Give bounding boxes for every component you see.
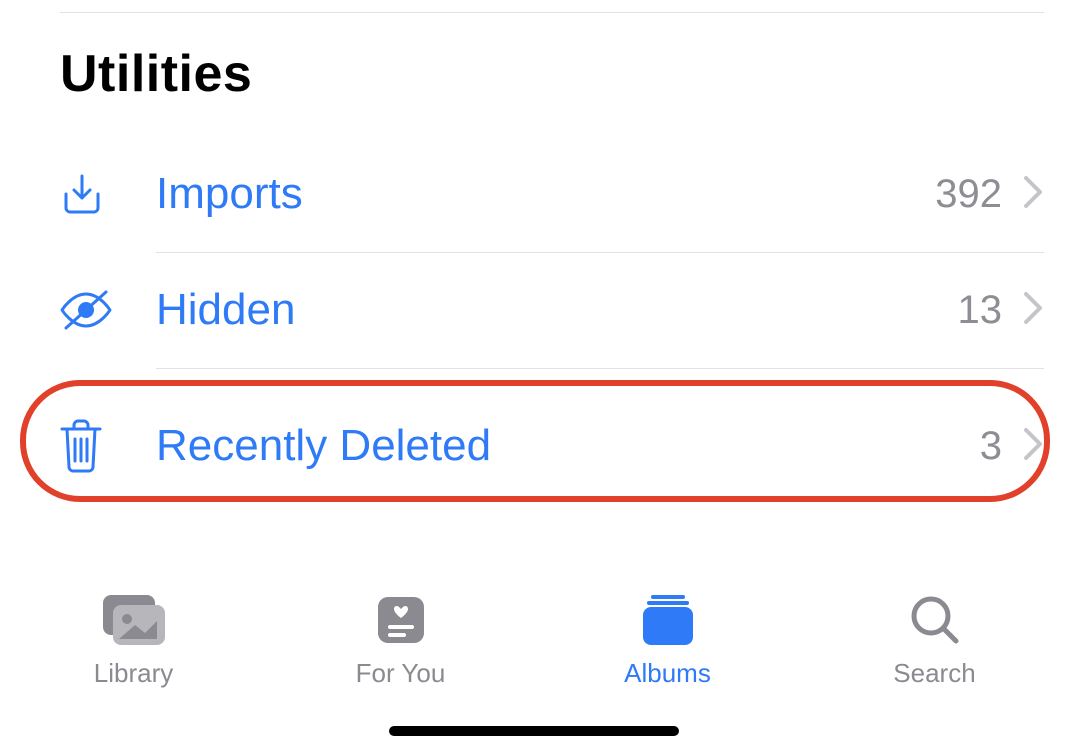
chevron-right-icon (1022, 174, 1044, 215)
row-label: Imports (156, 169, 935, 219)
row-hidden[interactable]: Hidden 13 (58, 256, 1044, 364)
row-recently-deleted[interactable]: Recently Deleted 3 (58, 392, 1044, 500)
tab-albums[interactable]: Albums (534, 590, 801, 689)
row-count: 13 (958, 288, 1003, 333)
row-label: Hidden (156, 285, 958, 335)
tab-library[interactable]: Library (0, 590, 267, 689)
home-indicator[interactable] (389, 726, 679, 736)
row-count: 3 (980, 424, 1002, 469)
tab-label: Library (94, 658, 173, 689)
chevron-right-icon (1022, 290, 1044, 331)
row-imports[interactable]: Imports 392 (58, 140, 1044, 248)
tab-label: Albums (624, 658, 711, 689)
search-icon (906, 590, 964, 650)
download-tray-icon (58, 170, 120, 218)
section-title-utilities: Utilities (60, 44, 252, 104)
chevron-right-icon (1022, 426, 1044, 467)
library-icon (97, 590, 171, 650)
eye-slash-icon (58, 288, 120, 332)
photos-albums-utilities-screen: Utilities Imports 392 Hidden 13 (0, 0, 1068, 754)
tab-label: Search (893, 658, 975, 689)
albums-icon (637, 590, 699, 650)
separator (156, 368, 1044, 369)
row-label: Recently Deleted (156, 421, 980, 471)
tab-for-you[interactable]: For You (267, 590, 534, 689)
tab-search[interactable]: Search (801, 590, 1068, 689)
for-you-icon (372, 590, 430, 650)
trash-icon (58, 419, 120, 473)
separator (156, 252, 1044, 253)
separator (60, 12, 1044, 13)
tab-label: For You (356, 658, 446, 689)
row-count: 392 (935, 172, 1002, 217)
